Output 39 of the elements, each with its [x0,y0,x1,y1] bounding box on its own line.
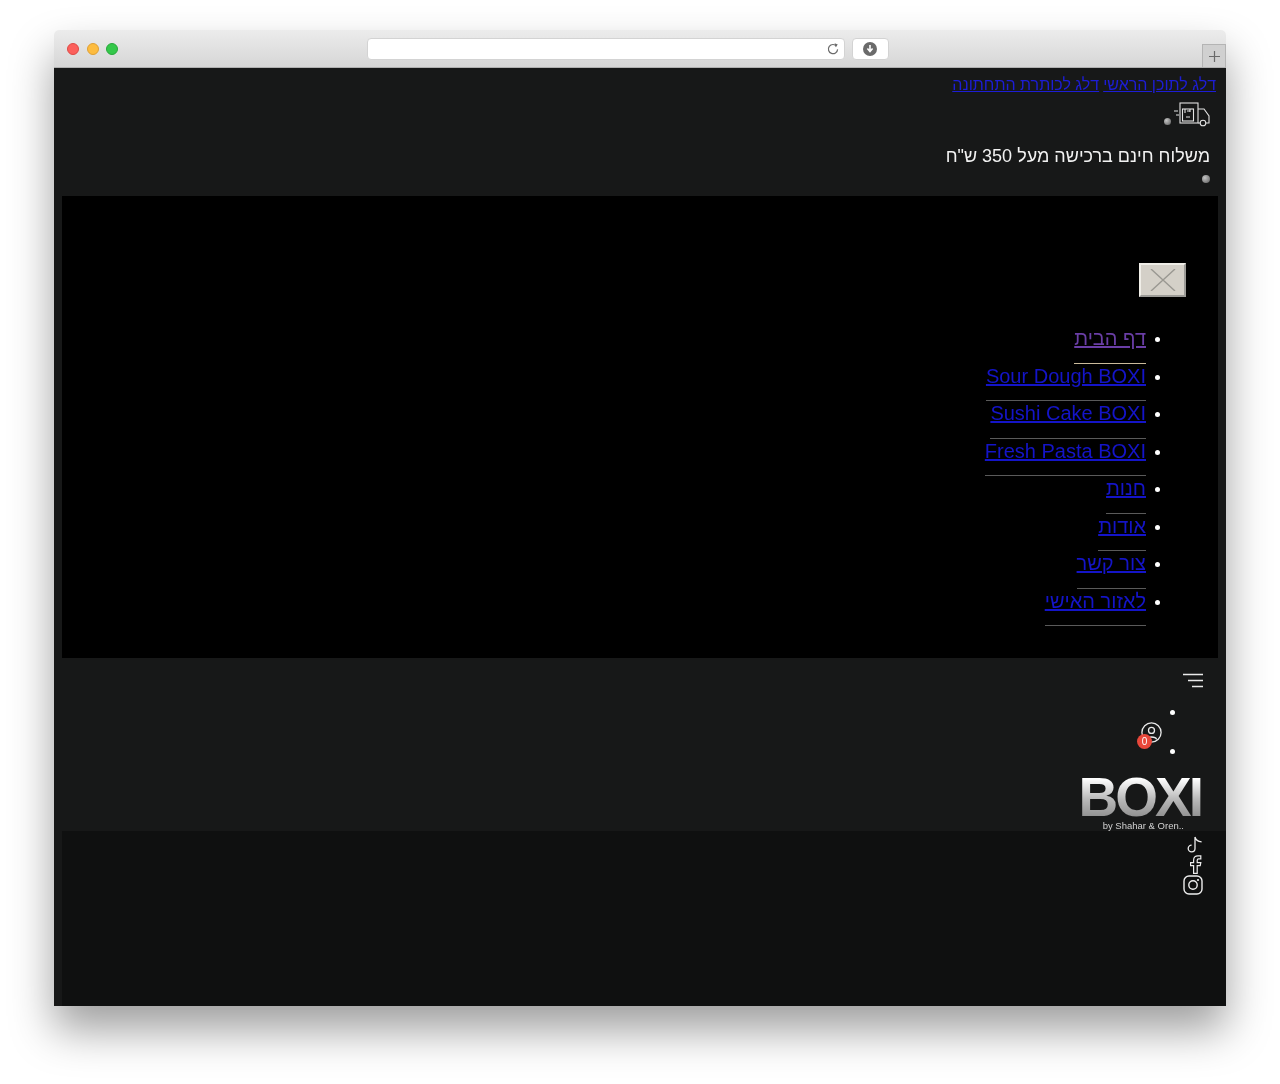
delivery-truck-icon [1172,101,1210,127]
free-shipping-text: משלוח חינם ברכישה מעל 350 ש"ח [945,145,1210,167]
dot-icon [1202,175,1210,183]
reload-icon[interactable] [826,42,839,55]
user-icon[interactable] [1141,722,1162,743]
bullet-icon [1155,599,1160,605]
bullet-icon [1169,710,1175,715]
menu-link[interactable]: Sushi Cake BOXI [990,401,1146,439]
menu-link[interactable]: Fresh Pasta BOXI [984,438,1146,476]
window-close-button[interactable] [67,42,79,55]
menu-link[interactable]: לאזור האישי [1044,588,1146,626]
menu-link[interactable]: Sour Dough BOXI [985,363,1146,401]
bullet-icon [1155,374,1160,380]
bullet-icon [1155,412,1160,417]
bullet-icon [1155,524,1160,530]
download-button[interactable] [851,37,889,60]
new-tab-button[interactable] [1202,44,1226,67]
tiktok-icon[interactable] [1186,836,1203,854]
bullet-icon [1155,449,1160,455]
bullet-icon [1155,487,1160,492]
logo-tagline: by Shahar & Oren.. [1102,820,1184,831]
bullet-icon [1169,749,1175,754]
dot-icon [1164,118,1171,125]
close-icon [1149,269,1176,291]
download-icon [863,41,877,56]
address-field[interactable] [366,37,845,60]
skip-link[interactable]: דלג לכותרת התחתונה [952,76,1100,94]
instagram-icon[interactable] [1183,875,1203,895]
skip-link[interactable]: דלג לתוכן הראשי [1103,76,1216,94]
menu-link[interactable]: צור קשר [1076,551,1146,589]
menu-icon[interactable] [1183,673,1203,688]
cart-count-badge: 0 [1137,734,1152,749]
menu-link[interactable]: אודות [1098,513,1146,551]
menu-link[interactable]: דף הבית [1074,326,1146,364]
menu-link[interactable]: חנות [1106,476,1146,514]
plus-icon [1208,50,1220,62]
bullet-icon [1155,562,1160,567]
facebook-icon[interactable] [1188,855,1203,874]
bullet-icon [1155,337,1160,342]
